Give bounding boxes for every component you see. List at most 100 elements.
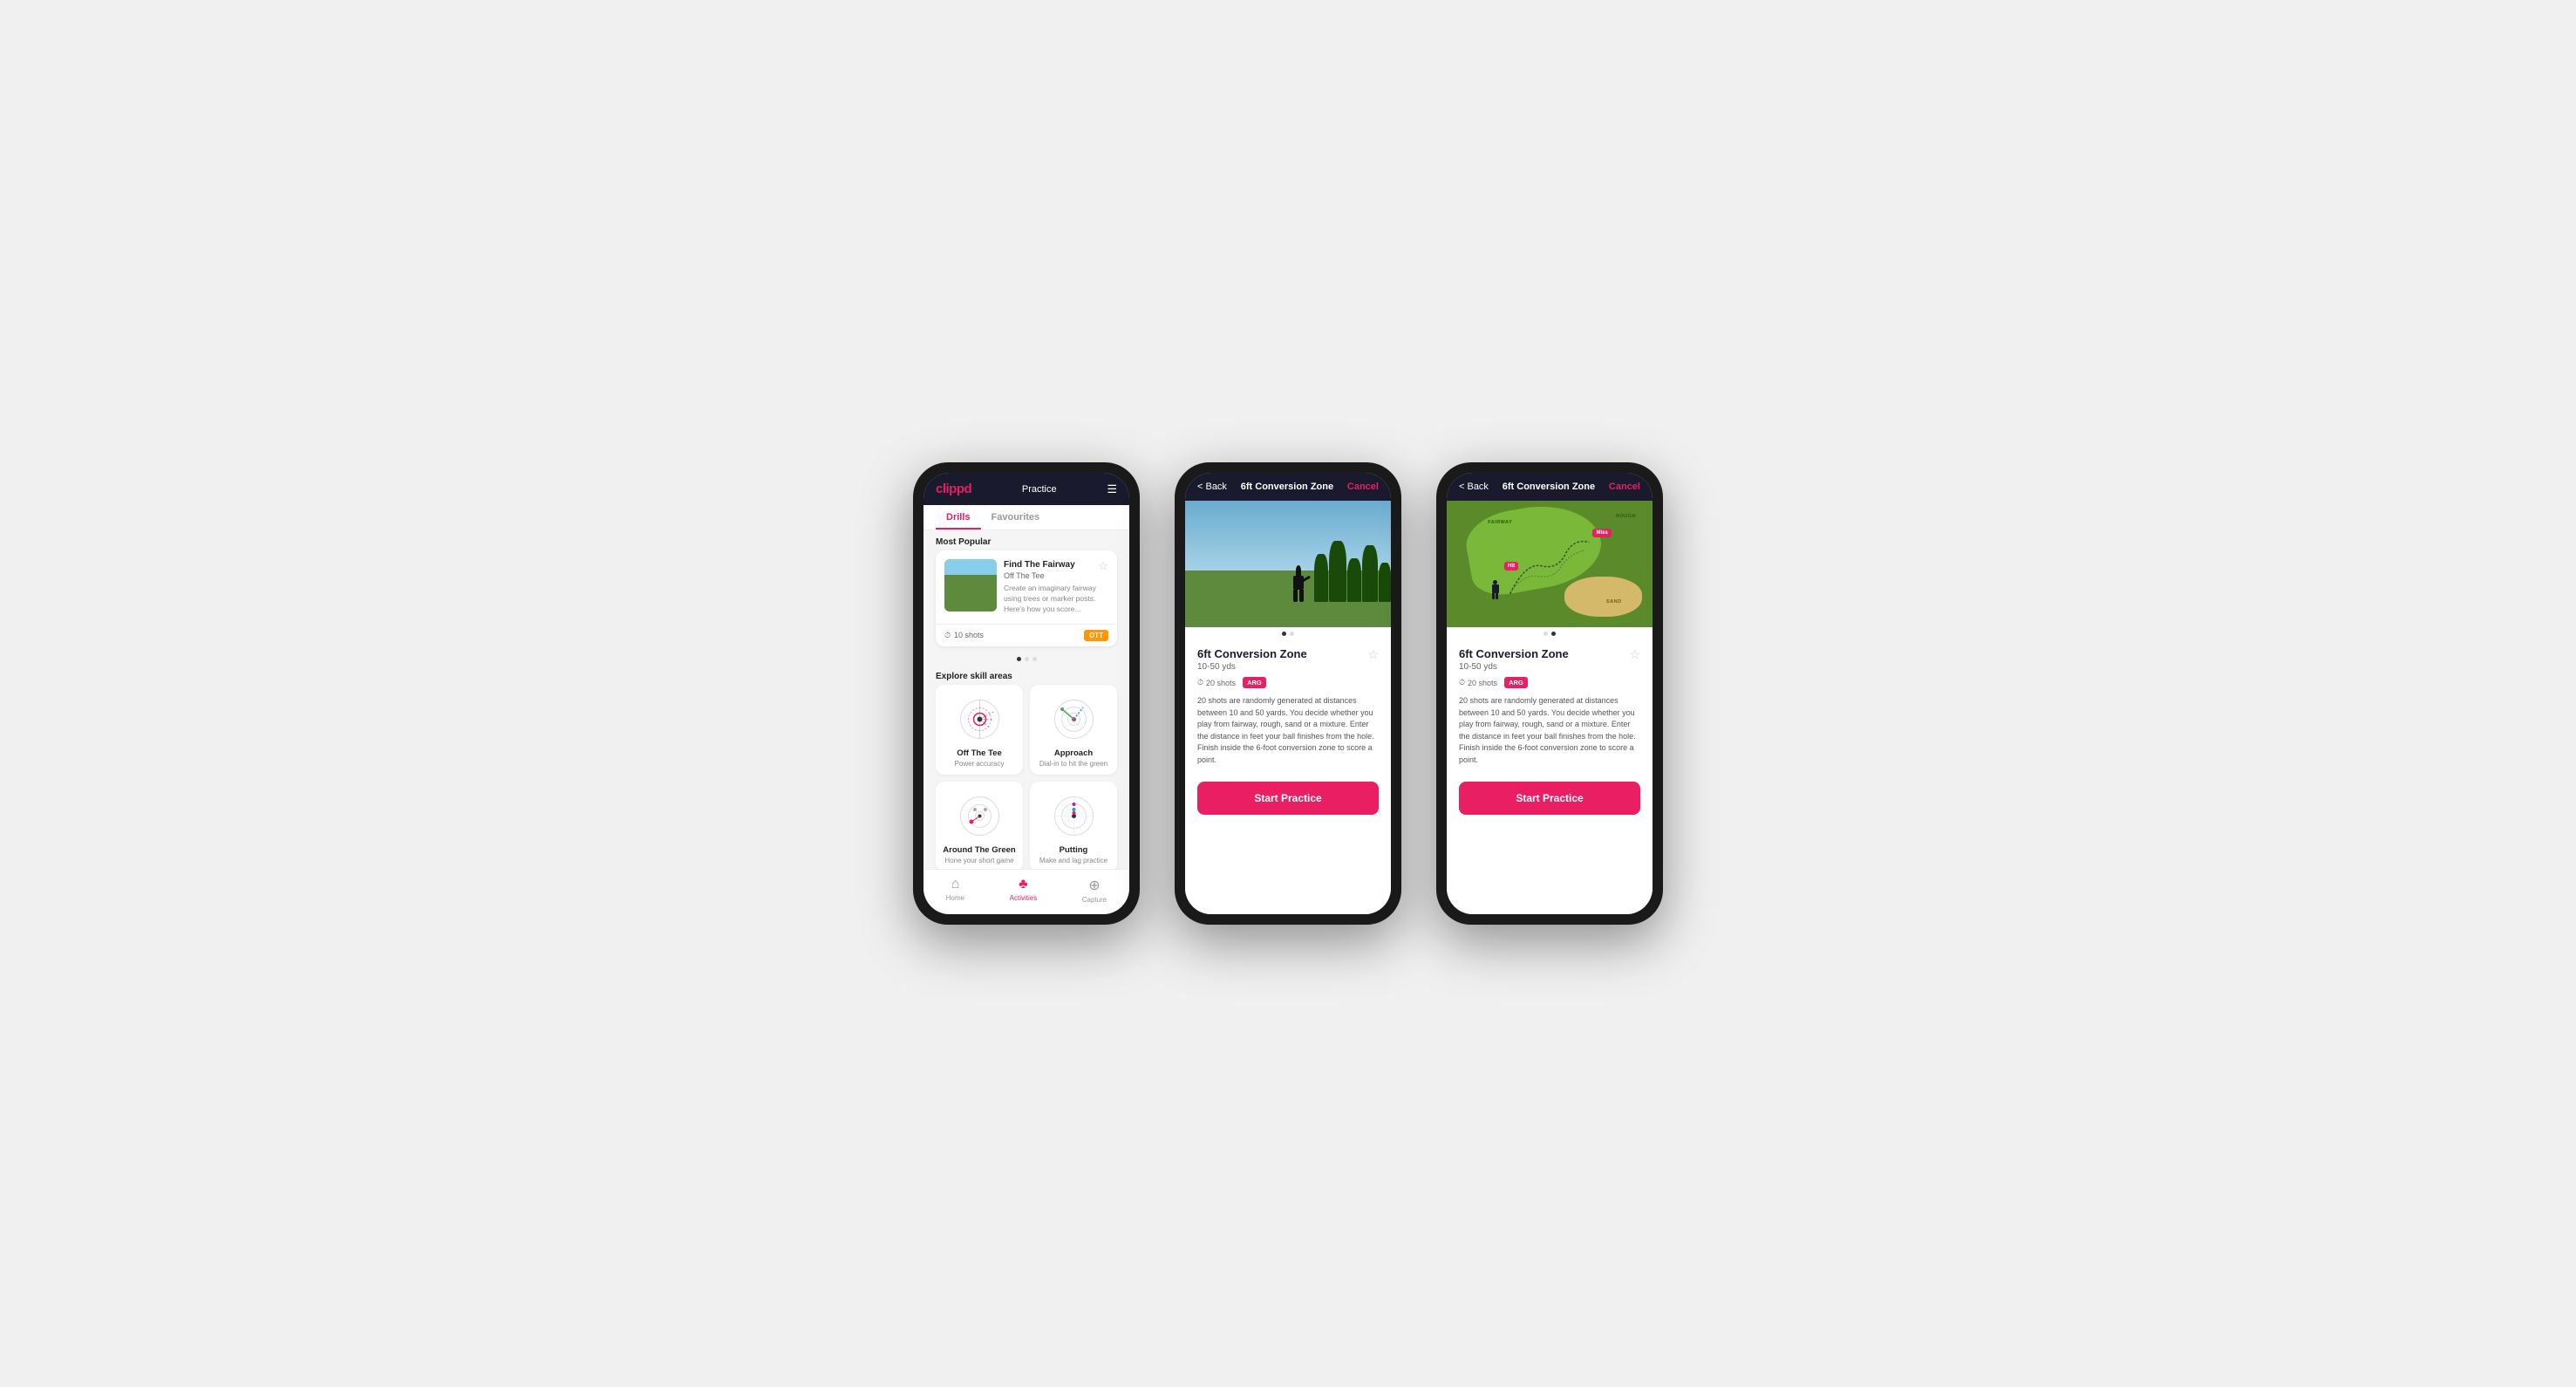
back-button-3[interactable]: < Back — [1459, 482, 1489, 492]
approach-skill-icon — [1050, 695, 1098, 743]
dot-1 — [1017, 657, 1021, 661]
golfer-figure — [1492, 580, 1499, 599]
skill-desc-ott: Power accuracy — [955, 760, 1005, 768]
skill-areas-grid: Off The Tee Power accuracy — [923, 685, 1129, 869]
phone3-header: < Back 6ft Conversion Zone Cancel — [1447, 473, 1653, 501]
skill-card-approach[interactable]: Approach Dial-in to hit the green — [1030, 685, 1117, 775]
map-carousel-dots — [1447, 627, 1653, 640]
drill-meta: ⏱ 20 shots ARG — [1197, 677, 1379, 688]
ott-skill-icon — [956, 695, 1004, 743]
phone3-body: SAND FAIRWAY ROUGH Miss Hit — [1447, 501, 1653, 914]
home-icon: ⌂ — [951, 877, 960, 892]
carousel-dots — [923, 653, 1129, 665]
tab-favourites[interactable]: Favourites — [981, 505, 1051, 530]
capture-icon: ⊕ — [1088, 877, 1100, 894]
bottom-navigation: ⌂ Home ♣ Activities ⊕ Capture — [923, 869, 1129, 914]
drill-header: 6ft Conversion Zone 10-50 yds ☆ — [1197, 647, 1379, 672]
nav-capture-label: Capture — [1082, 896, 1107, 904]
putting-skill-icon — [1050, 792, 1098, 840]
phone2-header-title: 6ft Conversion Zone — [1241, 482, 1333, 492]
skill-desc-approach: Dial-in to hit the green — [1039, 760, 1107, 768]
clock-icon: ⏱ — [944, 631, 951, 640]
drill-title: 6ft Conversion Zone — [1197, 647, 1307, 660]
drill-thumbnail — [944, 559, 997, 612]
phone1-header: clippd Practice ☰ — [923, 473, 1129, 505]
drill-map-image: SAND FAIRWAY ROUGH Miss Hit — [1447, 501, 1653, 627]
map-dot-1 — [1544, 632, 1548, 636]
nav-capture[interactable]: ⊕ Capture — [1082, 877, 1107, 904]
map-paths — [1447, 501, 1653, 627]
clippd-logo: clippd — [936, 482, 971, 496]
tab-drills[interactable]: Drills — [936, 505, 981, 530]
skill-card-arg[interactable]: Around The Green Hone your short game — [936, 782, 1023, 869]
phone3-shots-meta: ⏱ 20 shots — [1459, 678, 1497, 687]
phone-2-screen: < Back 6ft Conversion Zone Cancel — [1185, 473, 1391, 914]
drill-hero-image — [1185, 501, 1391, 627]
phone3-drill-range: 10-50 yds — [1459, 662, 1569, 672]
phone2-body: 6ft Conversion Zone 10-50 yds ☆ ⏱ 20 sho… — [1185, 501, 1391, 914]
drill-range: 10-50 yds — [1197, 662, 1307, 672]
miss-pin: Miss — [1592, 529, 1611, 537]
start-practice-button-3[interactable]: Start Practice — [1459, 782, 1640, 815]
phone3-drill-header: 6ft Conversion Zone 10-50 yds ☆ — [1459, 647, 1640, 672]
phone-1-screen: clippd Practice ☰ Drills Favourites Most… — [923, 473, 1129, 914]
cancel-button[interactable]: Cancel — [1347, 482, 1379, 492]
featured-drill-card[interactable]: Find The Fairway Off The Tee ☆ Create an… — [936, 550, 1117, 646]
shots-label: ⏱ 10 shots — [944, 631, 984, 640]
drill-card-footer: ⏱ 10 shots OTT — [936, 624, 1117, 646]
shots-count-meta: 20 shots — [1206, 679, 1236, 687]
phone-2: < Back 6ft Conversion Zone Cancel — [1175, 462, 1401, 925]
arg-skill-icon — [956, 792, 1004, 840]
nav-home[interactable]: ⌂ Home — [946, 877, 964, 904]
skill-name-putting: Putting — [1060, 845, 1088, 855]
dot-2 — [1025, 657, 1029, 661]
phone1-body: Most Popular Find The Fairway Off The Te… — [923, 530, 1129, 869]
back-button[interactable]: < Back — [1197, 482, 1227, 492]
start-practice-button[interactable]: Start Practice — [1197, 782, 1379, 815]
map-dot-2 — [1551, 632, 1556, 636]
shots-count: 10 shots — [954, 631, 984, 639]
phone2-header: < Back 6ft Conversion Zone Cancel — [1185, 473, 1391, 501]
clock-icon-meta: ⏱ — [1197, 678, 1203, 687]
phone3-header-title: 6ft Conversion Zone — [1503, 482, 1595, 492]
photo-dot-1 — [1282, 632, 1286, 636]
ott-badge: OTT — [1084, 630, 1108, 641]
cancel-button-3[interactable]: Cancel — [1609, 482, 1640, 492]
menu-icon[interactable]: ☰ — [1107, 482, 1117, 496]
nav-activities[interactable]: ♣ Activities — [1010, 877, 1038, 904]
nav-activities-label: Activities — [1010, 894, 1038, 902]
skill-desc-arg: Hone your short game — [944, 857, 1013, 864]
phone3-clock-icon: ⏱ — [1459, 678, 1465, 687]
hit-pin: Hit — [1504, 562, 1518, 571]
phone3-arg-badge: ARG — [1504, 677, 1528, 688]
arg-badge: ARG — [1243, 677, 1266, 688]
phone-1: clippd Practice ☰ Drills Favourites Most… — [913, 462, 1140, 925]
phone1-tabs: Drills Favourites — [923, 505, 1129, 530]
photo-carousel-dots — [1185, 627, 1391, 640]
skill-name-ott: Off The Tee — [957, 748, 1002, 758]
shots-meta: ⏱ 20 shots — [1197, 678, 1236, 687]
phone1-header-title: Practice — [1022, 484, 1057, 495]
drill-description: 20 shots are randomly generated at dista… — [1197, 695, 1379, 766]
phone-3: < Back 6ft Conversion Zone Cancel SAND F… — [1436, 462, 1663, 925]
skill-card-ott[interactable]: Off The Tee Power accuracy — [936, 685, 1023, 775]
phone3-drill-info: 6ft Conversion Zone 10-50 yds ☆ ⏱ 20 sho… — [1447, 640, 1653, 773]
phone-3-screen: < Back 6ft Conversion Zone Cancel SAND F… — [1447, 473, 1653, 914]
phone3-shots-count: 20 shots — [1468, 679, 1497, 687]
favourite-icon[interactable]: ☆ — [1098, 559, 1108, 573]
skill-name-arg: Around The Green — [943, 845, 1015, 855]
activities-icon: ♣ — [1019, 877, 1028, 892]
dot-3 — [1032, 657, 1037, 661]
explore-label: Explore skill areas — [923, 665, 1129, 685]
drill-card-subtitle: Off The Tee — [1004, 571, 1075, 580]
drill-info: 6ft Conversion Zone 10-50 yds ☆ ⏱ 20 sho… — [1185, 640, 1391, 773]
phone3-drill-meta: ⏱ 20 shots ARG — [1459, 677, 1640, 688]
drill-card-title: Find The Fairway — [1004, 559, 1075, 571]
phone3-drill-description: 20 shots are randomly generated at dista… — [1459, 695, 1640, 766]
phone3-favourite-icon[interactable]: ☆ — [1629, 647, 1640, 662]
skill-desc-putting: Make and lag practice — [1039, 857, 1107, 864]
skill-card-putting[interactable]: Putting Make and lag practice — [1030, 782, 1117, 869]
favourite-icon[interactable]: ☆ — [1367, 647, 1379, 662]
drill-card-description: Create an imaginary fairway using trees … — [1004, 584, 1108, 615]
skill-name-approach: Approach — [1054, 748, 1093, 758]
